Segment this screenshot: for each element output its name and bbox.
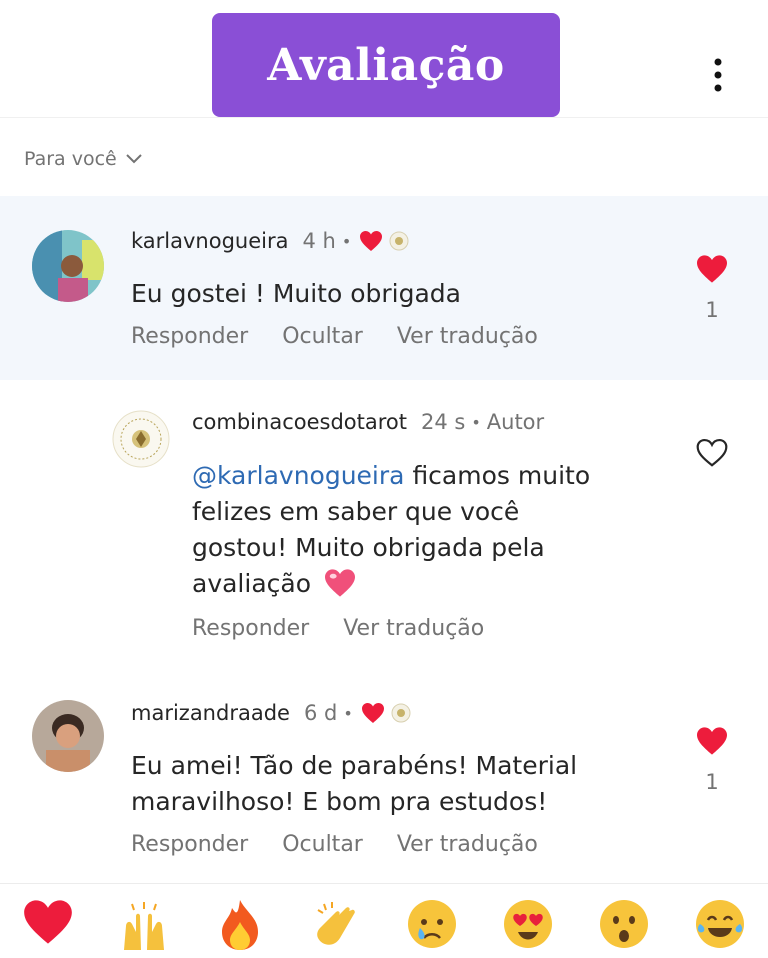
clapping-hands-icon[interactable] xyxy=(310,898,362,950)
surprised-face-icon[interactable] xyxy=(598,898,650,950)
reply-button[interactable]: Responder xyxy=(192,616,309,641)
sort-filter-label: Para você xyxy=(24,148,117,170)
translate-button[interactable]: Ver tradução xyxy=(397,324,538,349)
comment-actions: Responder Ocultar Ver tradução xyxy=(131,832,538,857)
creator-avatar-icon xyxy=(389,231,409,251)
reply-button[interactable]: Responder xyxy=(131,324,248,349)
comment-item: karlavnogueira 4 h • Eu gostei ! Muito o… xyxy=(0,196,768,380)
like-button[interactable]: 1 xyxy=(692,254,732,322)
comment-text-line: maravilhoso! E bom pra estudos! xyxy=(131,787,548,816)
heart-filled-icon xyxy=(697,727,727,755)
crying-face-icon[interactable] xyxy=(406,898,458,950)
comment-text-line: felizes em saber que você xyxy=(192,497,520,526)
emoji-reaction-bar xyxy=(0,898,768,958)
like-button[interactable] xyxy=(692,438,732,468)
hide-button[interactable]: Ocultar xyxy=(282,324,363,349)
more-options-icon[interactable] xyxy=(700,55,736,95)
creator-liked-heart-icon xyxy=(361,702,385,724)
author-label: Autor xyxy=(486,410,545,434)
comment-text: Eu gostei ! Muito obrigada xyxy=(131,279,461,308)
comment-header: combinacoesdotarot 24 s • Autor xyxy=(192,410,544,434)
username[interactable]: karlavnogueira xyxy=(131,229,288,253)
separator-dot: • xyxy=(343,703,353,723)
timestamp: 6 d xyxy=(303,701,338,725)
comment-item: marizandraade 6 d • Eu amei! Tão de para… xyxy=(0,670,768,880)
heart-eyes-face-icon[interactable] xyxy=(502,898,554,950)
creator-liked-heart-icon xyxy=(359,230,383,252)
comment-header: marizandraade 6 d • xyxy=(131,701,411,725)
comment-actions: Responder Ocultar Ver tradução xyxy=(131,324,538,349)
heart-emoji-icon[interactable] xyxy=(22,898,74,950)
sort-filter-dropdown[interactable]: Para você xyxy=(24,143,143,175)
tears-of-joy-face-icon[interactable] xyxy=(694,898,746,950)
chevron-down-icon xyxy=(126,154,142,164)
reply-button[interactable]: Responder xyxy=(131,832,248,857)
timestamp: 4 h xyxy=(302,229,336,253)
comment-text-line: gostou! Muito obrigada pela xyxy=(192,533,545,562)
comment-text-line: ficamos muito xyxy=(412,461,591,490)
avatar[interactable] xyxy=(32,700,104,772)
hide-button[interactable]: Ocultar xyxy=(282,832,363,857)
comment-actions: Responder Ver tradução xyxy=(192,616,484,641)
fire-icon[interactable] xyxy=(214,898,266,950)
username[interactable]: combinacoesdotarot xyxy=(192,410,407,434)
heart-outline-icon xyxy=(696,438,728,467)
creator-avatar-icon xyxy=(391,703,411,723)
comment-text: Eu amei! Tão de parabéns! Material marav… xyxy=(131,748,577,820)
pink-heart-emoji xyxy=(324,569,355,597)
comment-text-line: Eu amei! Tão de parabéns! Material xyxy=(131,751,578,780)
page-title-badge: Avaliação xyxy=(212,13,560,117)
comment-text: @karlavnogueira ficamos muito felizes em… xyxy=(192,458,662,602)
divider xyxy=(0,117,768,118)
reply-item: combinacoesdotarot 24 s • Autor @karlavn… xyxy=(0,380,768,670)
like-button[interactable]: 1 xyxy=(692,726,732,794)
raised-hands-icon[interactable] xyxy=(118,898,170,950)
comment-text-line: avaliação xyxy=(192,569,312,598)
comment-header: karlavnogueira 4 h • xyxy=(131,229,409,253)
separator-dot: • xyxy=(471,412,481,432)
timestamp: 24 s xyxy=(420,410,466,434)
mention-link[interactable]: @karlavnogueira xyxy=(192,461,404,490)
separator-dot: • xyxy=(341,231,352,251)
like-count: 1 xyxy=(705,298,719,322)
page-title: Avaliação xyxy=(267,39,505,91)
divider xyxy=(0,883,768,884)
avatar[interactable] xyxy=(112,410,170,468)
avatar[interactable] xyxy=(32,230,104,302)
like-count: 1 xyxy=(705,770,719,794)
translate-button[interactable]: Ver tradução xyxy=(343,616,484,641)
username[interactable]: marizandraade xyxy=(131,701,290,725)
heart-filled-icon xyxy=(697,255,727,283)
translate-button[interactable]: Ver tradução xyxy=(397,832,538,857)
